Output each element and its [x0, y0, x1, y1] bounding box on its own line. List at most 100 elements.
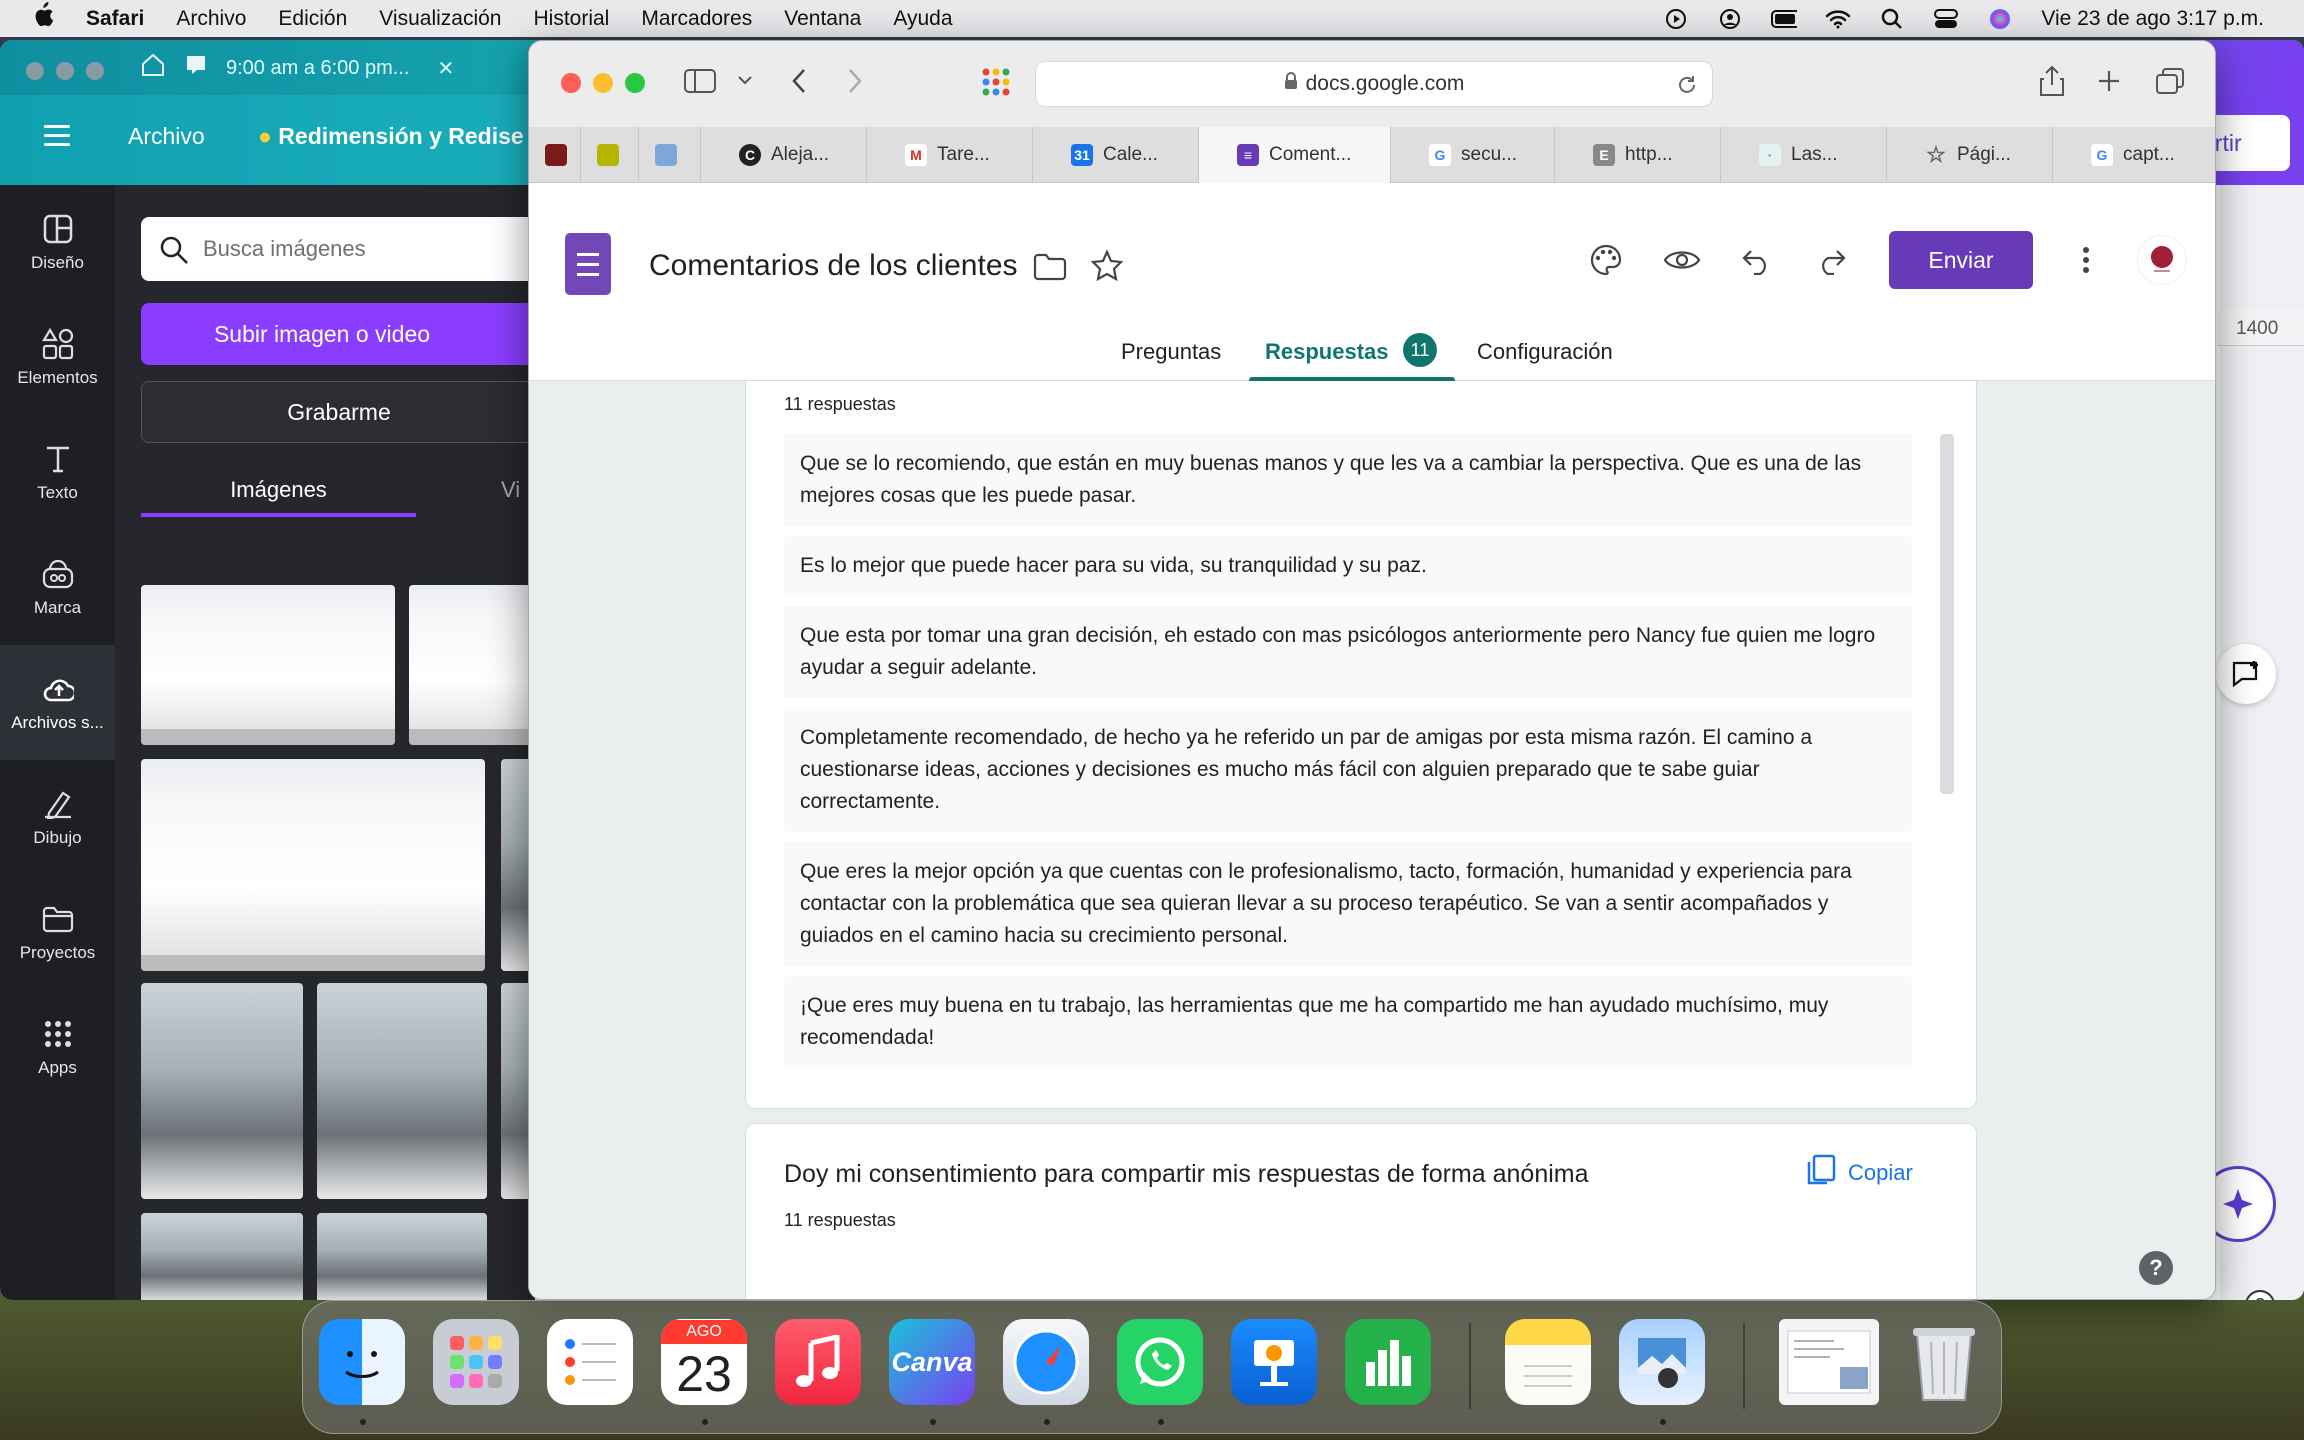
window-zoom-button[interactable] — [625, 73, 645, 93]
google-apps-grid-icon[interactable] — [981, 67, 1011, 102]
back-icon[interactable] — [789, 67, 809, 100]
sidebar-item-archivos[interactable]: Archivos s... — [0, 645, 115, 760]
window-zoom-button[interactable] — [86, 62, 104, 80]
wifi-icon[interactable] — [1825, 8, 1851, 30]
upload-media-button[interactable]: Subir imagen o video — [141, 303, 535, 365]
tab-overview-icon[interactable] — [2155, 67, 2185, 100]
upload-thumbnail[interactable] — [141, 585, 395, 745]
window-close-button[interactable] — [26, 62, 44, 80]
add-comment-icon[interactable] — [2216, 644, 2276, 704]
canva-app-icon[interactable]: Canva — [889, 1319, 975, 1405]
menu-item-edicion[interactable]: Edición — [278, 7, 347, 31]
star-icon[interactable] — [1090, 249, 1124, 286]
launchpad-icon[interactable] — [433, 1319, 519, 1405]
tab-pinned-2[interactable] — [581, 127, 639, 183]
upload-thumbnail[interactable] — [317, 1213, 487, 1300]
menu-item-marcadores[interactable]: Marcadores — [641, 7, 752, 31]
image-search-input[interactable]: Busca imágenes — [141, 217, 535, 281]
send-button[interactable]: Enviar — [1889, 231, 2033, 289]
sidebar-item-proyectos[interactable]: Proyectos — [0, 875, 115, 990]
tab-aleja[interactable]: C Aleja... — [701, 127, 867, 183]
canva-doc-name[interactable]: ● Redimensión y Redise — [258, 123, 524, 150]
tab-responses[interactable]: Respuestas — [1265, 339, 1389, 365]
finder-icon[interactable] — [319, 1319, 405, 1405]
help-icon[interactable]: ? — [2139, 1251, 2173, 1285]
sidebar-toggle-icon[interactable] — [683, 67, 717, 100]
home-icon[interactable] — [140, 52, 166, 84]
sidebar-item-texto[interactable]: Texto — [0, 415, 115, 530]
record-yourself-button[interactable]: Grabarme — [141, 381, 535, 443]
tab-videos[interactable]: Vi — [501, 477, 520, 503]
upload-thumbnail[interactable] — [409, 585, 535, 745]
tab-las[interactable]: · Las... — [1721, 127, 1887, 183]
siri-icon[interactable] — [1987, 8, 2013, 30]
window-minimize-button[interactable] — [593, 73, 613, 93]
sidebar-item-marca[interactable]: Marca — [0, 530, 115, 645]
upload-thumbnail[interactable] — [317, 983, 487, 1199]
tab-pinned-1[interactable] — [529, 127, 581, 183]
canva-tab-title[interactable]: 9:00 am a 6:00 pm... — [226, 57, 409, 80]
canva-file-menu[interactable]: Archivo — [128, 123, 205, 150]
menu-clock[interactable]: Vie 23 de ago 3:17 p.m. — [2041, 7, 2264, 31]
tab-images[interactable]: Imágenes — [141, 467, 416, 503]
menu-item-historial[interactable]: Historial — [533, 7, 609, 31]
undo-icon[interactable] — [1741, 247, 1773, 280]
trash-icon[interactable] — [1901, 1319, 1987, 1405]
tab-tareas[interactable]: M Tare... — [867, 127, 1033, 183]
menu-item-archivo[interactable]: Archivo — [176, 7, 246, 31]
sidebar-item-elementos[interactable]: Elementos — [0, 300, 115, 415]
apple-menu-icon[interactable] — [32, 2, 62, 35]
safari-app-icon[interactable] — [1003, 1319, 1089, 1405]
window-minimize-button[interactable] — [56, 62, 74, 80]
answers-list[interactable]: Que se lo recomiendo, que están en muy b… — [784, 434, 1912, 1070]
copy-chart-button[interactable]: Copiar — [1806, 1154, 1913, 1192]
close-tab-icon[interactable]: ✕ — [437, 56, 454, 81]
tab-http[interactable]: Ehttp... — [1555, 127, 1721, 183]
upload-thumbnail[interactable] — [141, 759, 485, 971]
redo-icon[interactable] — [1815, 247, 1847, 280]
whatsapp-icon[interactable] — [1117, 1319, 1203, 1405]
tab-paginas[interactable]: ☆ Pági... — [1887, 127, 2053, 183]
tab-questions[interactable]: Preguntas — [1121, 339, 1221, 365]
numbers-icon[interactable] — [1345, 1319, 1431, 1405]
more-options-icon[interactable] — [2081, 245, 2091, 280]
tab-calendar[interactable]: 31 Cale... — [1033, 127, 1199, 183]
move-to-folder-icon[interactable] — [1033, 253, 1067, 286]
upload-thumbnail[interactable] — [141, 1213, 303, 1300]
avatar[interactable] — [2137, 235, 2187, 285]
downloads-stack-icon[interactable] — [1779, 1319, 1879, 1405]
sidebar-item-apps[interactable]: Apps — [0, 990, 115, 1105]
tab-secu[interactable]: Gsecu... — [1391, 127, 1555, 183]
reminders-icon[interactable] — [547, 1319, 633, 1405]
window-close-button[interactable] — [561, 73, 581, 93]
menu-item-ventana[interactable]: Ventana — [784, 7, 861, 31]
music-icon[interactable] — [775, 1319, 861, 1405]
forward-icon[interactable] — [845, 67, 865, 100]
form-title[interactable]: Comentarios de los clientes — [649, 249, 1018, 283]
reload-icon[interactable] — [1676, 74, 1698, 102]
tab-capt[interactable]: Gcapt... — [2053, 127, 2215, 183]
spotlight-search-icon[interactable] — [1879, 8, 1905, 30]
play-icon[interactable] — [1663, 8, 1689, 30]
preview-eye-icon[interactable] — [1663, 247, 1701, 278]
keynote-icon[interactable] — [1231, 1319, 1317, 1405]
new-tab-icon[interactable] — [2097, 69, 2121, 98]
tab-pinned-3[interactable] — [639, 127, 701, 183]
share-icon[interactable] — [2039, 65, 2065, 102]
upload-thumbnail[interactable] — [141, 983, 303, 1199]
sidebar-item-diseno[interactable]: Diseño — [0, 185, 115, 300]
menu-item-ayuda[interactable]: Ayuda — [893, 7, 952, 31]
answers-scrollbar[interactable] — [1940, 434, 1954, 794]
chevron-down-icon[interactable] — [737, 73, 753, 91]
address-bar[interactable]: docs.google.com — [1035, 61, 1713, 107]
tab-settings[interactable]: Configuración — [1477, 339, 1613, 365]
tab-comentarios[interactable]: ≡ Coment... — [1199, 127, 1391, 183]
sidebar-item-dibujo[interactable]: Dibujo — [0, 760, 115, 875]
menu-item-visualizacion[interactable]: Visualización — [379, 7, 501, 31]
user-icon[interactable] — [1717, 8, 1743, 30]
hamburger-menu-icon[interactable] — [44, 125, 70, 147]
notes-icon[interactable] — [1505, 1319, 1591, 1405]
calendar-app-icon[interactable]: AGO 23 — [661, 1319, 747, 1405]
customize-theme-icon[interactable] — [1589, 243, 1623, 282]
menu-app-name[interactable]: Safari — [86, 7, 144, 31]
